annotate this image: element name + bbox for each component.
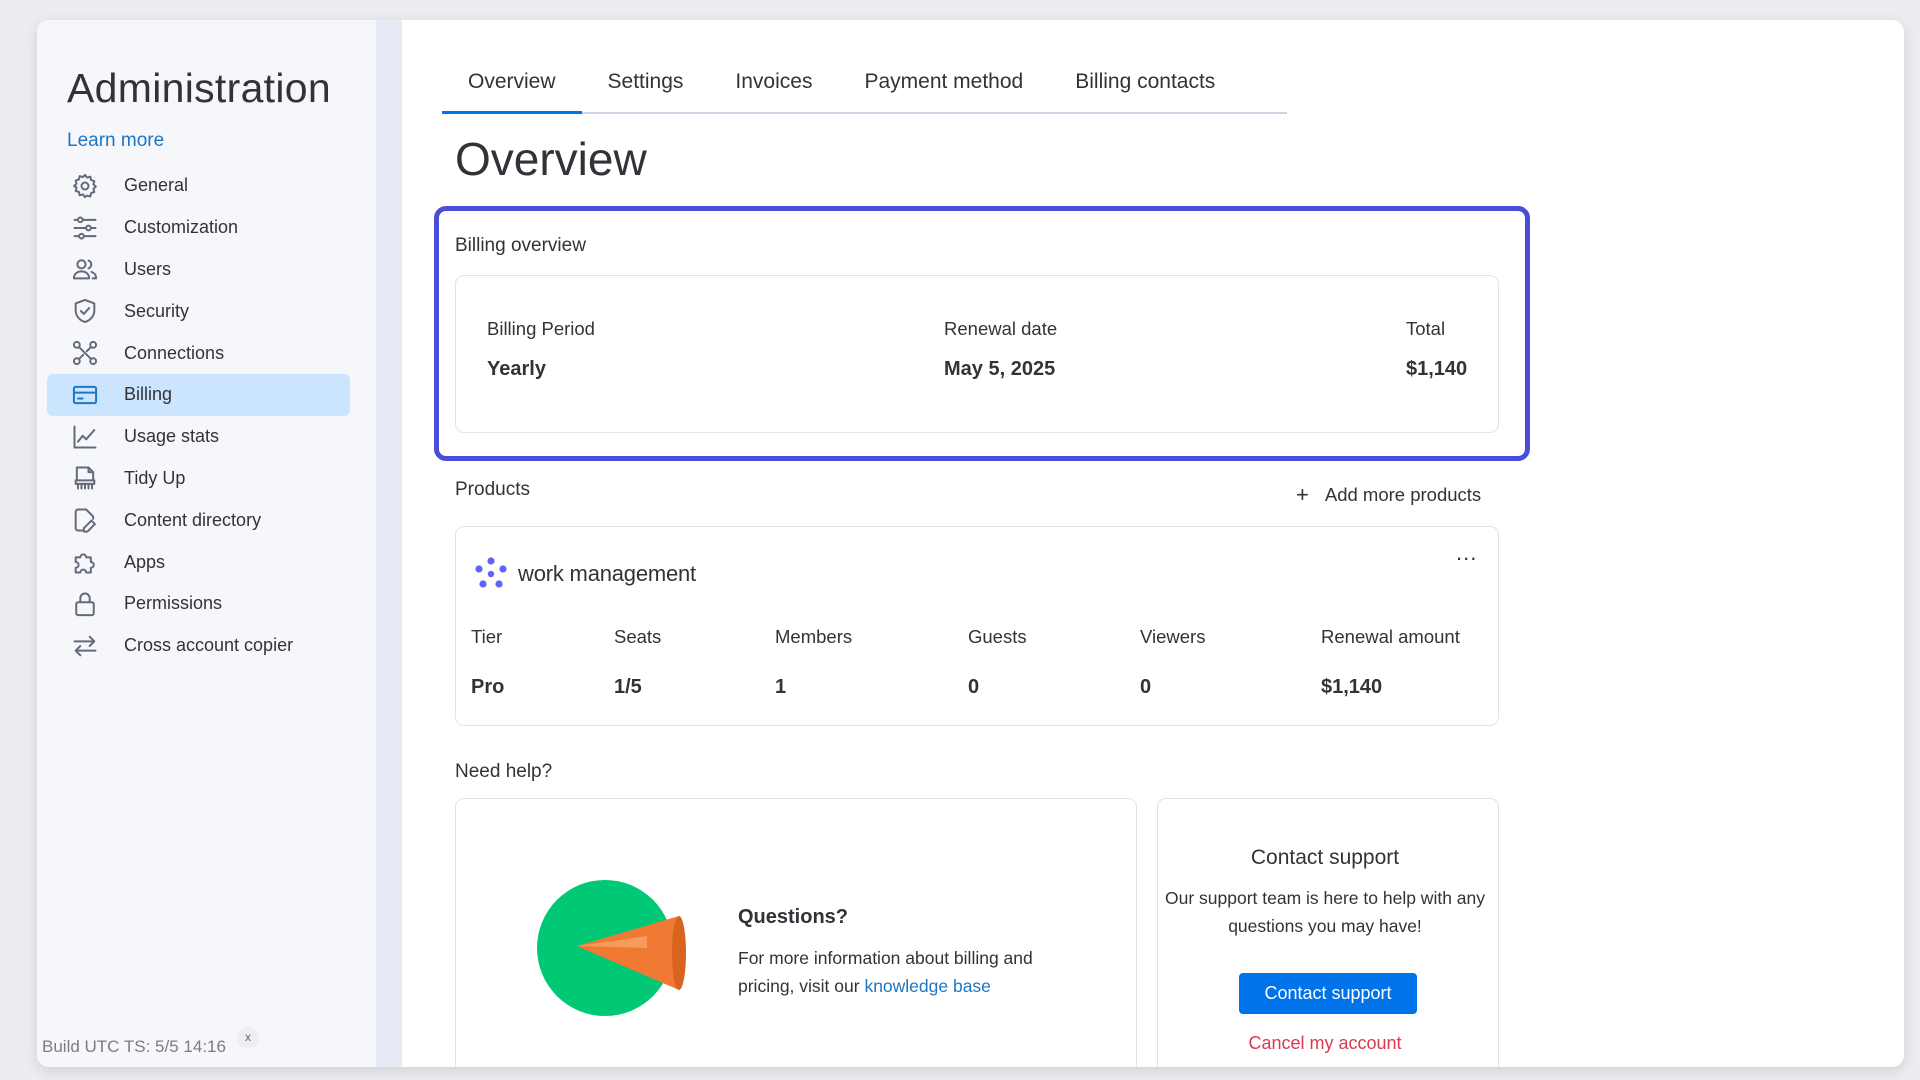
billing-period-value: Yearly bbox=[487, 358, 546, 380]
admin-window: Administration Learn more General Custom… bbox=[37, 20, 1904, 1067]
column-header-seats: Seats bbox=[614, 626, 662, 647]
sidebar-item-label: Connections bbox=[124, 342, 225, 363]
billing-overview-card bbox=[455, 275, 1499, 433]
column-header-members: Members bbox=[775, 626, 853, 647]
shield-icon bbox=[71, 297, 99, 325]
sidebar-item-users[interactable]: Users bbox=[47, 249, 350, 291]
tab-bar: Overview Settings Invoices Payment metho… bbox=[442, 52, 1287, 114]
tidy-up-icon bbox=[71, 464, 99, 492]
build-timestamp-close-button[interactable]: x bbox=[237, 1027, 259, 1049]
products-title: Products bbox=[455, 479, 530, 500]
sidebar-title: Administration bbox=[67, 65, 331, 111]
chart-icon bbox=[71, 423, 99, 451]
tab-payment-method[interactable]: Payment method bbox=[838, 52, 1049, 112]
viewers-value: 0 bbox=[1140, 676, 1152, 698]
contact-support-text: Our support team is here to help with an… bbox=[1164, 888, 1486, 936]
column-header-viewers: Viewers bbox=[1140, 626, 1206, 647]
cancel-account-link[interactable]: Cancel my account bbox=[1160, 1033, 1490, 1054]
work-management-logo bbox=[475, 557, 507, 588]
members-value: 1 bbox=[775, 676, 787, 698]
seats-value: 1/5 bbox=[614, 676, 642, 698]
sidebar-item-label: Users bbox=[124, 258, 172, 279]
sidebar-item-label: General bbox=[124, 175, 189, 196]
tier-value: Pro bbox=[471, 676, 505, 698]
total-value: $1,140 bbox=[1406, 358, 1468, 380]
sidebar-nav: General Customization Users Security Con… bbox=[47, 165, 350, 667]
tab-settings[interactable]: Settings bbox=[582, 52, 710, 112]
sliders-icon bbox=[71, 214, 99, 242]
add-more-products-label: Add more products bbox=[1324, 484, 1482, 505]
add-more-products-button[interactable]: + Add more products bbox=[1296, 482, 1481, 508]
knowledge-base-link[interactable]: knowledge base bbox=[864, 976, 990, 996]
puzzle-icon bbox=[71, 548, 99, 576]
renewal-date-label: Renewal date bbox=[944, 318, 1058, 339]
sidebar-item-label: Content directory bbox=[124, 509, 262, 530]
sidebar-item-label: Permissions bbox=[124, 593, 223, 614]
sidebar-item-label: Tidy Up bbox=[124, 467, 186, 488]
sidebar-item-content-directory[interactable]: Content directory bbox=[47, 499, 350, 541]
users-icon bbox=[71, 255, 99, 283]
sidebar-item-apps[interactable]: Apps bbox=[47, 541, 350, 583]
megaphone-illustration bbox=[537, 880, 686, 1016]
sidebar-item-customization[interactable]: Customization bbox=[47, 207, 350, 249]
total-label: Total bbox=[1406, 318, 1446, 339]
credit-card-icon bbox=[71, 381, 99, 409]
column-header-renewal-amount: Renewal amount bbox=[1321, 626, 1460, 647]
column-header-tier: Tier bbox=[471, 626, 503, 647]
page-title: Overview bbox=[455, 133, 647, 185]
sidebar-item-usage-stats[interactable]: Usage stats bbox=[47, 416, 350, 458]
sidebar-divider bbox=[376, 20, 402, 1067]
connections-icon bbox=[71, 339, 99, 367]
renewal-date-value: May 5, 2025 bbox=[944, 358, 1056, 380]
sidebar-item-cross-account-copier[interactable]: Cross account copier bbox=[47, 625, 350, 667]
build-timestamp: Build UTC TS: 5/5 14:16 bbox=[42, 1037, 226, 1056]
sidebar-item-label: Cross account copier bbox=[124, 635, 294, 656]
gear-icon bbox=[71, 172, 99, 200]
questions-title: Questions? bbox=[738, 906, 849, 928]
renewal-amount-value: $1,140 bbox=[1321, 676, 1383, 698]
sidebar-item-label: Apps bbox=[124, 551, 166, 572]
contact-support-button[interactable]: Contact support bbox=[1239, 973, 1417, 1014]
tab-invoices[interactable]: Invoices bbox=[709, 52, 838, 112]
billing-period-label: Billing Period bbox=[487, 318, 595, 339]
sidebar-item-billing[interactable]: Billing bbox=[47, 373, 350, 416]
sidebar-item-connections[interactable]: Connections bbox=[47, 332, 350, 374]
column-header-guests: Guests bbox=[968, 626, 1027, 647]
billing-overview-title: Billing overview bbox=[455, 235, 586, 256]
guests-value: 0 bbox=[968, 676, 980, 698]
lock-icon bbox=[71, 590, 99, 618]
sidebar-item-label: Billing bbox=[124, 384, 173, 405]
sidebar-item-label: Security bbox=[124, 300, 190, 321]
questions-text: For more information about billing and p… bbox=[738, 944, 1078, 1000]
tab-overview[interactable]: Overview bbox=[442, 52, 582, 114]
need-help-title: Need help? bbox=[455, 761, 553, 782]
tab-billing-contacts[interactable]: Billing contacts bbox=[1049, 52, 1241, 112]
contact-support-title: Contact support bbox=[1250, 846, 1400, 869]
product-name: work management bbox=[518, 561, 696, 586]
plus-icon: + bbox=[1296, 482, 1309, 507]
product-more-menu[interactable]: ... bbox=[1456, 540, 1477, 566]
sidebar-item-label: Usage stats bbox=[124, 426, 220, 447]
sidebar-item-security[interactable]: Security bbox=[47, 290, 350, 332]
sidebar-item-general[interactable]: General bbox=[47, 165, 350, 207]
transfer-arrows-icon bbox=[71, 632, 99, 660]
sidebar-item-permissions[interactable]: Permissions bbox=[47, 583, 350, 625]
sidebar: Administration Learn more General Custom… bbox=[37, 20, 376, 1067]
learn-more-link[interactable]: Learn more bbox=[67, 130, 164, 152]
edit-document-icon bbox=[71, 506, 99, 534]
sidebar-item-tidy-up[interactable]: Tidy Up bbox=[47, 458, 350, 500]
sidebar-item-label: Customization bbox=[124, 217, 239, 238]
